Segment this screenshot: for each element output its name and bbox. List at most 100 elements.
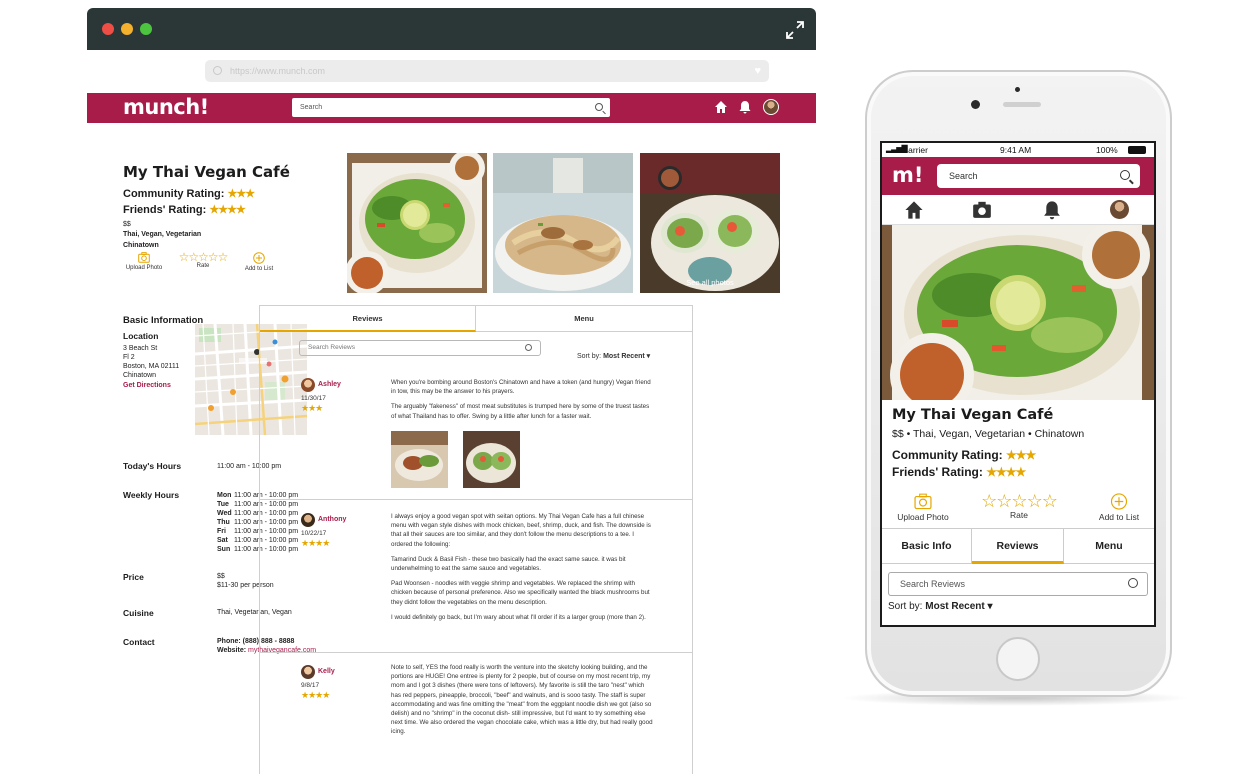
- food-photo-spring-rolls: [640, 153, 780, 293]
- community-rating-stars: ★★★: [1006, 448, 1036, 462]
- review-search-input[interactable]: Search Reviews: [888, 572, 1148, 596]
- search-icon[interactable]: [1120, 170, 1130, 180]
- todays-hours-label: Today's Hours: [123, 461, 182, 471]
- rate-stars-empty-icon[interactable]: ☆☆☆☆☆: [175, 251, 231, 263]
- get-directions-link[interactable]: Get Directions: [123, 382, 171, 389]
- see-all-photos-link[interactable]: See all photos: [640, 278, 780, 287]
- upload-photo-button[interactable]: Upload Photo: [890, 493, 956, 522]
- review-divider: [260, 499, 692, 500]
- review-paragraph: The arguably "fakeness" of most meat sub…: [391, 403, 650, 420]
- review-stars: ★★★★: [301, 690, 330, 700]
- upload-photo-button[interactable]: Upload Photo: [123, 252, 165, 271]
- avatar[interactable]: [301, 665, 315, 679]
- avatar[interactable]: [301, 513, 315, 527]
- tab-menu[interactable]: Menu: [476, 306, 692, 332]
- hero-photo[interactable]: [882, 225, 1154, 400]
- reviewer-name[interactable]: Kelly: [318, 668, 335, 675]
- rate-label: Rate: [1010, 510, 1028, 520]
- review-date: 11/30/17: [301, 395, 326, 402]
- reviewer-name[interactable]: Ashley: [318, 381, 341, 388]
- rate-button[interactable]: ☆☆☆☆☆ Rate: [977, 492, 1061, 520]
- add-to-list-button[interactable]: Add to List: [237, 252, 281, 272]
- friends-rating-stars: ★★★★: [986, 465, 1026, 479]
- search-input[interactable]: Search: [292, 98, 610, 117]
- review-text: Note to self, YES the food really is wor…: [391, 663, 653, 743]
- restaurant-name: My Thai Vegan Café: [123, 163, 290, 181]
- review-search-placeholder: Search Reviews: [900, 579, 966, 589]
- tab-menu[interactable]: Menu: [1064, 529, 1154, 564]
- cuisine-label: Cuisine: [123, 608, 154, 618]
- review-photo[interactable]: [391, 431, 448, 488]
- upload-photo-label: Upload Photo: [125, 265, 163, 271]
- food-photo-salad: [347, 153, 487, 293]
- rate-button[interactable]: ☆☆☆☆☆ Rate: [175, 251, 231, 269]
- reviews-panel: Reviews Menu Search Reviews Sort by: Mos…: [259, 305, 693, 774]
- review-search-placeholder: Search Reviews: [308, 344, 355, 351]
- community-rating: Community Rating: ★★★: [123, 187, 255, 200]
- add-circle-icon: [1110, 493, 1128, 510]
- review-stars: ★★★: [301, 403, 323, 413]
- review-photo[interactable]: [463, 431, 520, 488]
- contact-label: Contact: [123, 637, 155, 647]
- friends-rating-stars: ★★★★: [209, 204, 245, 216]
- expand-icon[interactable]: [786, 21, 804, 39]
- camera-icon[interactable]: [972, 200, 992, 220]
- battery-icon: [1128, 146, 1146, 154]
- phone-screen: ▂▃▅▇ Carrier 9:41 AM 100% m! Search My T…: [880, 141, 1156, 627]
- food-photo-salad: [882, 225, 1154, 400]
- phone-tabs: Basic Info Reviews Menu: [882, 528, 1154, 564]
- sensor-dot: [1015, 87, 1020, 92]
- home-icon[interactable]: [714, 100, 728, 114]
- search-icon[interactable]: [1128, 578, 1138, 588]
- bell-icon[interactable]: [1042, 200, 1062, 220]
- community-rating-label: Community Rating:: [123, 188, 225, 200]
- avatar[interactable]: [301, 378, 315, 392]
- clock: 9:41 AM: [1000, 145, 1032, 155]
- carrier: Carrier: [902, 145, 928, 155]
- photo-1[interactable]: [347, 153, 487, 293]
- restaurant-name: My Thai Vegan Café: [892, 407, 1054, 423]
- upload-photo-label: Upload Photo: [897, 512, 949, 522]
- location-label: Location: [123, 331, 159, 341]
- tab-reviews[interactable]: Reviews: [260, 306, 476, 332]
- user-avatar[interactable]: [763, 99, 779, 115]
- review-paragraph: When you're bombing around Boston's Chin…: [391, 379, 651, 396]
- heart-icon[interactable]: ♥: [754, 60, 761, 82]
- home-button[interactable]: [996, 637, 1040, 681]
- tab-basic-info[interactable]: Basic Info: [882, 529, 972, 564]
- review-paragraph: Pad Woonsen - noodles with veggie shrimp…: [391, 580, 650, 606]
- rate-stars-empty-icon[interactable]: ☆☆☆☆☆: [977, 492, 1061, 510]
- review-text: When you're bombing around Boston's Chin…: [391, 378, 653, 427]
- user-avatar[interactable]: [1110, 200, 1129, 219]
- sort-label: Sort by:: [577, 353, 604, 360]
- search-icon[interactable]: [525, 344, 532, 351]
- add-to-list-button[interactable]: Add to List: [1088, 493, 1150, 522]
- address-line-2: Fl 2: [123, 354, 135, 361]
- restaurant-meta: $$ • Thai, Vegan, Vegetarian • Chinatown: [892, 428, 1085, 440]
- sort-value: Most Recent ▾: [925, 601, 993, 612]
- review-search-input[interactable]: Search Reviews: [299, 340, 541, 356]
- price-level: $$: [123, 221, 131, 228]
- search-input[interactable]: Search: [937, 164, 1140, 188]
- review-paragraph: I always enjoy a good vegan spot with se…: [391, 513, 651, 548]
- battery-percent: 100%: [1096, 145, 1118, 155]
- home-icon[interactable]: [904, 200, 924, 220]
- phone-nav: [882, 195, 1154, 225]
- sort-dropdown[interactable]: Sort by: Most Recent ▾: [888, 601, 993, 612]
- price-label: Price: [123, 572, 144, 582]
- photo-2[interactable]: [493, 153, 633, 293]
- search-icon[interactable]: [595, 103, 603, 111]
- address-line-3: Boston, MA 02111: [123, 363, 180, 370]
- categories: Thai, Vegan, Vegetarian: [123, 231, 202, 238]
- bell-icon[interactable]: [738, 100, 752, 114]
- munch-logo[interactable]: m!: [892, 163, 923, 187]
- tab-reviews[interactable]: Reviews: [972, 529, 1064, 564]
- speaker-grille: [1003, 102, 1041, 107]
- reviewer-name[interactable]: Anthony: [318, 516, 346, 523]
- photo-3[interactable]: See all photos: [640, 153, 780, 293]
- review-paragraph: Note to self, YES the food really is wor…: [391, 664, 653, 736]
- review-photo-image: [463, 431, 520, 488]
- status-bar: ▂▃▅▇ Carrier 9:41 AM 100%: [882, 143, 1154, 157]
- friends-rating: Friends' Rating: ★★★★: [123, 203, 246, 216]
- sort-dropdown[interactable]: Sort by: Most Recent ▾: [577, 352, 650, 360]
